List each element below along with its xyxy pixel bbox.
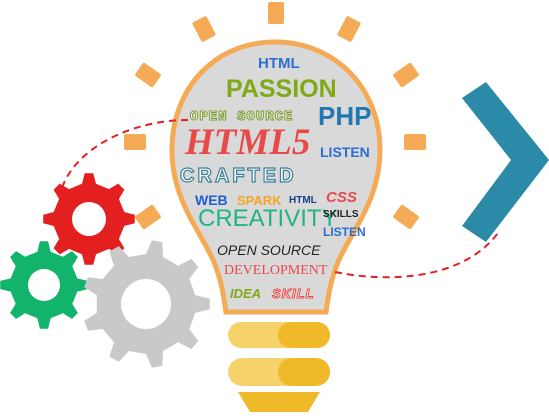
word-development: DEVELOPMENT (224, 263, 328, 278)
word-listen-2: LISTEN (323, 225, 366, 239)
word-listen-1: LISTEN (320, 144, 370, 160)
gear-gray-hole (121, 279, 171, 329)
gear-red-hole (72, 202, 106, 236)
gear-green-hole (28, 269, 60, 301)
word-idea: IDEA (230, 286, 262, 301)
word-php: PHP (318, 101, 372, 131)
word-html5: HTML5 (185, 122, 311, 163)
gear-green-icon (0, 241, 88, 329)
dashed-line-left (59, 119, 189, 196)
chevron-right-icon (462, 82, 549, 242)
word-open-source-2: OPEN SOURCE (217, 242, 321, 258)
word-passion: PASSION (226, 75, 337, 103)
bulb-base (228, 322, 330, 412)
word-skills: SKILLS (323, 209, 359, 220)
word-creativity: CREATIVITY (198, 205, 338, 232)
word-crafted: CRAFTED (179, 165, 297, 187)
word-skill: SKILL (272, 286, 315, 301)
gear-gray-icon (84, 240, 210, 368)
word-html-top: HTML (258, 55, 300, 72)
word-css: CSS (326, 189, 357, 206)
